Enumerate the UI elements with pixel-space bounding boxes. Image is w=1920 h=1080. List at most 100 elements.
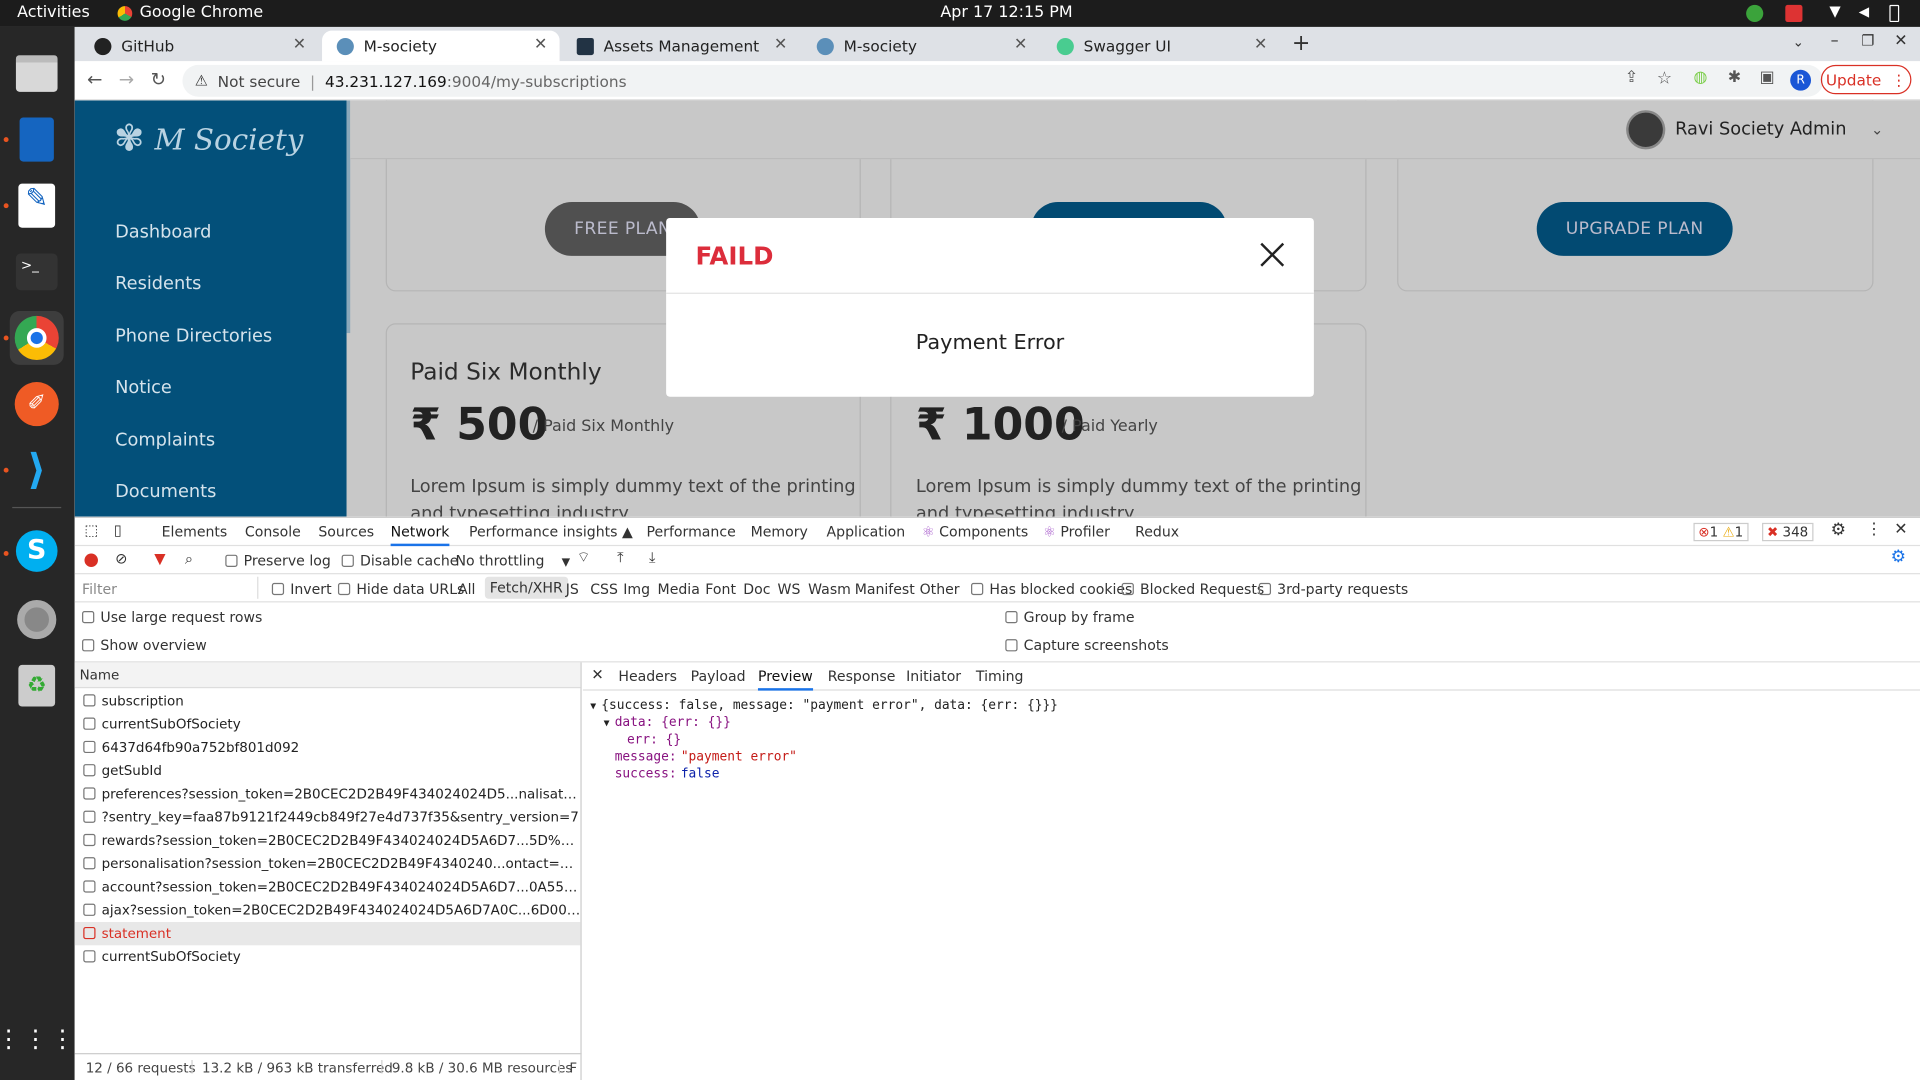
- filter-type-all[interactable]: All: [458, 580, 475, 597]
- device-toggle-icon[interactable]: ▯: [114, 522, 122, 539]
- filter-input[interactable]: Filter: [77, 576, 259, 599]
- tab-memory[interactable]: Memory: [751, 523, 808, 540]
- terminal-icon[interactable]: >_: [10, 245, 64, 299]
- update-tray-icon[interactable]: [1746, 4, 1764, 23]
- request-row[interactable]: ajax?session_token=2B0CEC2D2B49F43402402…: [75, 899, 580, 922]
- preserve-log-checkbox[interactable]: Preserve log: [225, 552, 331, 569]
- request-row[interactable]: rewards?session_token=2B0CEC2D2B49F43402…: [75, 829, 580, 852]
- large-rows-checkbox[interactable]: Use large request rows: [82, 609, 262, 626]
- update-button[interactable]: Update ⋮: [1820, 64, 1912, 95]
- tab-sources[interactable]: Sources: [318, 523, 374, 540]
- close-detail-icon[interactable]: ✕: [591, 666, 603, 683]
- brand-logo[interactable]: ✾ M Society: [114, 118, 304, 161]
- request-row[interactable]: subscription: [75, 689, 581, 712]
- request-row[interactable]: currentSubOfSociety: [75, 945, 581, 968]
- volume-icon[interactable]: ◀: [1859, 4, 1874, 21]
- capture-screenshots-checkbox[interactable]: Capture screenshots: [1005, 637, 1169, 654]
- export-har-icon[interactable]: ⤓: [649, 549, 656, 567]
- close-devtools-icon[interactable]: ✕: [1894, 520, 1907, 538]
- disk-icon[interactable]: [10, 593, 64, 647]
- maximize-icon[interactable]: ❐: [1861, 32, 1874, 49]
- issues-badge[interactable]: ✖ 348: [1762, 522, 1814, 542]
- sidebar-item-complaints[interactable]: Complaints: [115, 431, 215, 451]
- inspect-icon[interactable]: ⬚: [84, 522, 98, 539]
- group-by-frame-checkbox[interactable]: Group by frame: [1005, 609, 1135, 626]
- files-icon[interactable]: [10, 47, 64, 101]
- record-icon[interactable]: [84, 553, 98, 567]
- third-party-requests-checkbox[interactable]: 3rd-party requests: [1258, 580, 1408, 598]
- back-icon[interactable]: ←: [87, 69, 102, 91]
- settings-gear-icon[interactable]: ⚙: [1831, 520, 1846, 540]
- tab-initiator[interactable]: Initiator: [906, 667, 961, 684]
- tab-preview[interactable]: Preview: [757, 667, 813, 691]
- wifi-icon[interactable]: ▼: [1829, 2, 1846, 19]
- filter-type-doc[interactable]: Doc: [743, 580, 770, 597]
- name-column-header[interactable]: Name: [74, 662, 581, 689]
- bookmark-star-icon[interactable]: ☆: [1657, 69, 1672, 89]
- network-conditions-icon[interactable]: ⌔: [577, 549, 591, 567]
- tab-payload[interactable]: Payload: [691, 667, 746, 684]
- hide-data-urls-checkbox[interactable]: Hide data URLs: [337, 580, 464, 598]
- filter-type-other[interactable]: Other: [920, 580, 960, 597]
- close-tab-icon[interactable]: ✕: [1014, 36, 1027, 54]
- tab-console[interactable]: Console: [245, 523, 301, 540]
- filter-type-fetch-xhr[interactable]: Fetch/XHR: [484, 576, 568, 599]
- expand-triangle-icon[interactable]: ▼: [604, 718, 610, 729]
- invert-checkbox[interactable]: Invert: [271, 580, 332, 598]
- tab-assets-management[interactable]: Assets Management ✕: [562, 31, 800, 62]
- tab-redux[interactable]: Redux: [1135, 523, 1179, 540]
- import-har-icon[interactable]: ⤒: [617, 549, 624, 567]
- filter-type-ws[interactable]: WS: [778, 580, 801, 597]
- request-row[interactable]: preferences?session_token=2B0CEC2D2B49F4…: [75, 782, 580, 805]
- close-tab-icon[interactable]: ✕: [774, 36, 787, 54]
- tab-m-society-active[interactable]: M-society ✕: [322, 30, 560, 62]
- tab-performance[interactable]: Performance: [647, 523, 736, 540]
- extension-icon[interactable]: ◍: [1693, 69, 1707, 87]
- show-overview-checkbox[interactable]: Show overview: [82, 637, 207, 654]
- tab-search-icon[interactable]: ⌄: [1793, 34, 1804, 50]
- network-settings-icon[interactable]: ⚙: [1891, 547, 1906, 567]
- filter-funnel-icon[interactable]: ▼: [154, 550, 165, 567]
- close-tab-icon[interactable]: ✕: [534, 36, 547, 54]
- has-blocked-cookies-checkbox[interactable]: Has blocked cookies: [971, 580, 1132, 598]
- close-icon[interactable]: [1258, 240, 1287, 269]
- blocked-requests-checkbox[interactable]: Blocked Requests: [1121, 580, 1264, 598]
- minimize-icon[interactable]: –: [1831, 32, 1839, 50]
- filter-type-img[interactable]: Img: [623, 580, 650, 597]
- preview-data-line[interactable]: data: {err: {}}: [615, 715, 731, 730]
- sidebar-item-phone-directories[interactable]: Phone Directories: [115, 327, 272, 347]
- clock[interactable]: Apr 17 12:15 PM: [940, 4, 1072, 22]
- request-row[interactable]: currentSubOfSociety: [75, 713, 581, 736]
- tab-github[interactable]: GitHub ✕: [80, 31, 319, 62]
- upgrade-plan-button[interactable]: UPGRADE PLAN: [1536, 202, 1733, 256]
- tab-profiler[interactable]: ⚛ Profiler: [1043, 523, 1110, 540]
- more-options-icon[interactable]: ⋮: [1866, 520, 1882, 538]
- filter-type-manifest[interactable]: Manifest: [855, 580, 915, 597]
- throttling-select[interactable]: No throttling ▼: [456, 552, 571, 569]
- filter-type-wasm[interactable]: Wasm: [808, 580, 851, 597]
- preview-summary[interactable]: {success: false, message: "payment error…: [601, 698, 1058, 713]
- new-tab-button[interactable]: +: [1292, 31, 1310, 57]
- share-icon[interactable]: ⇪: [1625, 69, 1638, 87]
- text-editor-icon[interactable]: ✎: [10, 179, 64, 233]
- sidebar-item-dashboard[interactable]: Dashboard: [115, 223, 211, 243]
- profile-avatar[interactable]: R: [1790, 69, 1812, 91]
- forward-icon[interactable]: →: [119, 69, 134, 91]
- tab-response[interactable]: Response: [828, 667, 896, 684]
- request-row[interactable]: personalisation?session_token=2B0CEC2D2B…: [75, 852, 580, 875]
- tab-components[interactable]: ⚛ Components: [922, 523, 1028, 540]
- close-window-icon[interactable]: ✕: [1894, 32, 1907, 50]
- url-bar[interactable]: ⚠ Not secure | 43.231.127.169 :9004/my-s…: [182, 64, 1824, 97]
- tab-application[interactable]: Application: [827, 523, 906, 540]
- sidebar-item-residents[interactable]: Residents: [115, 274, 201, 294]
- tab-headers[interactable]: Headers: [618, 667, 677, 684]
- tab-performance-insights[interactable]: Performance insights ▲: [469, 523, 633, 540]
- filter-type-css[interactable]: CSS: [590, 580, 618, 597]
- request-row[interactable]: 6437d64fb90a752bf801d092: [75, 736, 581, 759]
- show-apps-icon[interactable]: ⋮⋮⋮: [0, 1011, 75, 1065]
- request-row[interactable]: getSubId: [75, 759, 581, 782]
- request-row-selected[interactable]: statement: [74, 922, 581, 946]
- trash-icon[interactable]: ♻: [10, 659, 64, 713]
- sidebar-item-notice[interactable]: Notice: [115, 378, 172, 398]
- chrome-icon[interactable]: [9, 311, 64, 365]
